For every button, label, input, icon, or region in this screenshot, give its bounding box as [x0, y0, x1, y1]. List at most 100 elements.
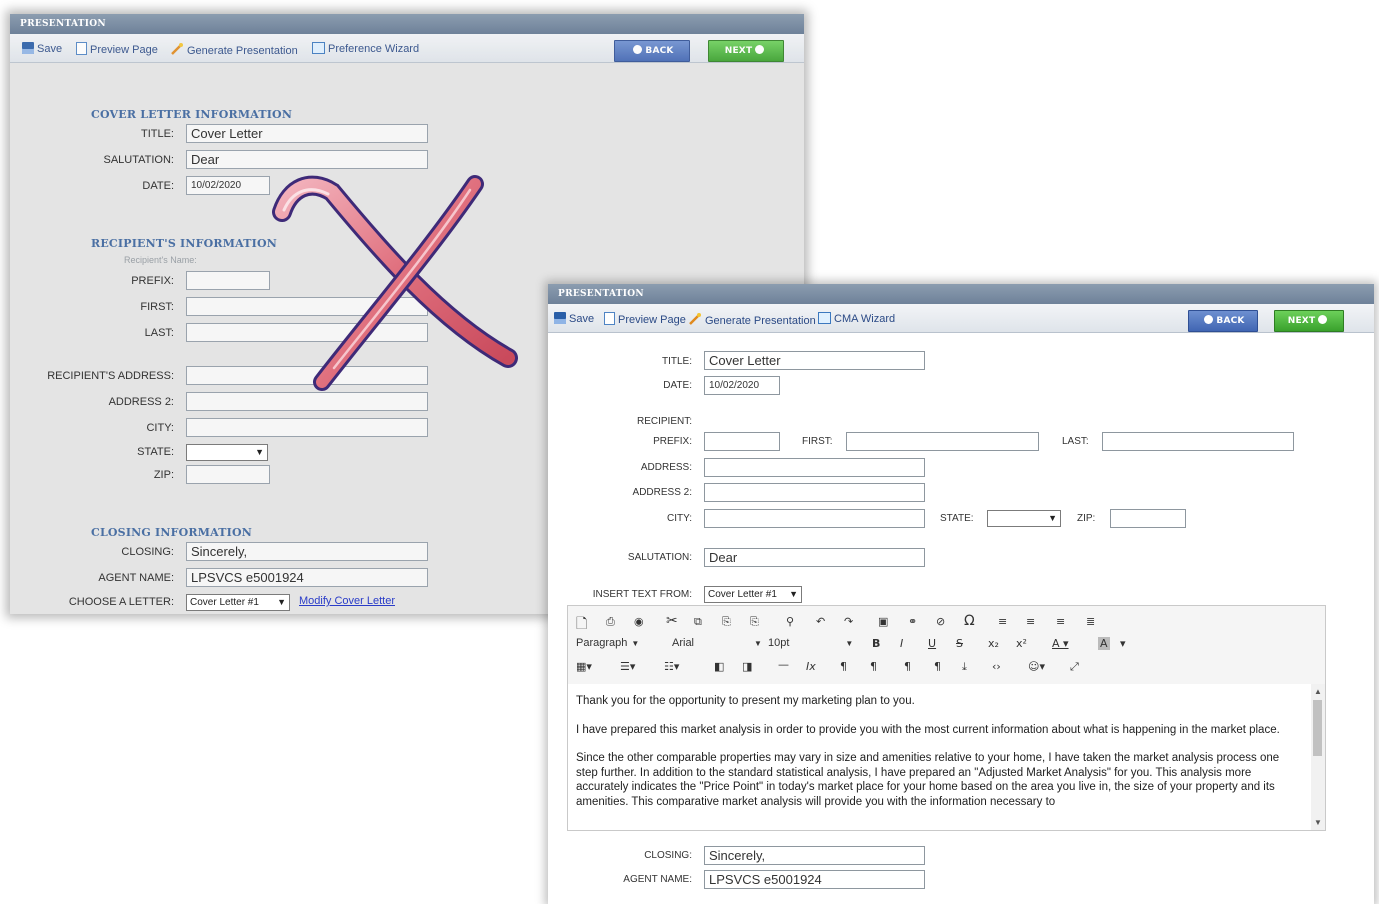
redo-icon[interactable]: ↷ [844, 615, 853, 628]
next-button[interactable]: NEXT [708, 40, 784, 62]
copy-icon[interactable]: ⧉ [694, 615, 702, 629]
numbered-list-icon[interactable]: ☷▾ [664, 660, 679, 673]
state-select[interactable]: ▼ [987, 510, 1061, 527]
insert-text-select[interactable]: Cover Letter #1 ▼ [704, 586, 802, 603]
unlink-icon[interactable]: ⊘ [936, 615, 945, 628]
title-input[interactable]: Cover Letter [704, 351, 925, 370]
align-left-icon[interactable]: ≡ [998, 615, 1007, 628]
recipient-section-heading: RECIPIENT'S INFORMATION [91, 237, 278, 250]
modify-cover-letter-link[interactable]: Modify Cover Letter [299, 595, 395, 607]
background-color-icon[interactable]: A [1098, 637, 1110, 650]
paragraph-format-dropdown[interactable]: Paragraph ▼ [576, 637, 639, 649]
print-icon[interactable]: ⎙ [606, 615, 615, 629]
align-right-icon[interactable]: ≡ [1056, 615, 1065, 628]
title-input[interactable]: Cover Letter [186, 124, 428, 143]
link-icon[interactable]: ⚭ [908, 615, 917, 628]
preview-icon[interactable]: ◉ [634, 615, 644, 628]
date-input[interactable]: 10/02/2020 [186, 176, 270, 195]
agent-name-input[interactable]: LPSVCS e5001924 [186, 568, 428, 587]
prefix-input[interactable] [704, 432, 780, 451]
next-button[interactable]: NEXT [1274, 310, 1344, 332]
outdent-icon[interactable]: ◧ [714, 660, 724, 673]
bullet-list-icon[interactable]: ☰▾ [620, 660, 635, 673]
source-code-icon[interactable]: ‹› [992, 660, 1001, 673]
find-icon[interactable]: ⚲ [786, 615, 794, 628]
special-character-icon[interactable]: Ω [964, 613, 975, 629]
cma-wizard-button[interactable]: CMA Wizard [818, 312, 895, 325]
editor-paragraph: I have prepared this market analysis in … [576, 723, 1280, 736]
scroll-down-icon[interactable]: ▼ [1314, 818, 1322, 827]
zip-input[interactable] [1110, 509, 1186, 528]
fullscreen-icon[interactable]: ⤢ [1070, 660, 1079, 674]
agent-name-input[interactable]: LPSVCS e5001924 [704, 870, 925, 889]
bold-icon[interactable]: B [872, 637, 880, 650]
save-button[interactable]: Save [22, 42, 62, 55]
generate-presentation-button[interactable]: Generate Presentation [688, 312, 816, 327]
editor-toolbar: 🗋 ⎙ ◉ ✂ ⧉ ⎘ ⎘ ⚲ ↶ ↷ ▣ ⚭ ⊘ Ω ≡ ≡ ≡ ≣ Para… [568, 606, 1325, 684]
generate-presentation-button[interactable]: Generate Presentation [170, 42, 298, 57]
scrollbar-thumb[interactable] [1313, 700, 1322, 756]
subscript-icon[interactable]: x₂ [988, 637, 999, 650]
chevron-down-icon: ▼ [789, 589, 798, 599]
pilcrow-icon[interactable]: ¶ [934, 660, 941, 673]
horizontal-rule-icon[interactable]: — [778, 658, 789, 671]
rich-text-editor: 🗋 ⎙ ◉ ✂ ⧉ ⎘ ⎘ ⚲ ↶ ↷ ▣ ⚭ ⊘ Ω ≡ ≡ ≡ ≣ Para… [567, 605, 1326, 831]
city-label: CITY: [146, 422, 174, 434]
insert-icon[interactable]: ⤓ [962, 660, 967, 674]
paste-icon[interactable]: ⎘ [722, 615, 731, 629]
closing-input[interactable]: Sincerely, [186, 542, 428, 561]
font-family-dropdown[interactable]: Arial ▼ [672, 637, 762, 649]
last-name-input[interactable] [1102, 432, 1294, 451]
new-document-icon[interactable]: 🗋 [576, 613, 587, 637]
zip-input[interactable] [186, 465, 270, 484]
back-button[interactable]: BACK [1188, 310, 1258, 332]
preview-page-button[interactable]: Preview Page [604, 312, 686, 326]
strikethrough-icon[interactable]: S [956, 637, 963, 650]
table-icon[interactable]: ▦▾ [576, 660, 592, 673]
align-center-icon[interactable]: ≡ [1026, 615, 1035, 628]
preview-page-button[interactable]: Preview Page [76, 42, 158, 56]
first-name-input[interactable] [846, 432, 1039, 451]
address2-input[interactable] [704, 483, 925, 502]
save-icon [554, 312, 566, 324]
city-input[interactable] [704, 509, 925, 528]
save-button[interactable]: Save [554, 312, 594, 325]
justify-icon[interactable]: ≣ [1086, 615, 1095, 628]
prefix-label: PREFIX: [131, 275, 174, 287]
address2-label: ADDRESS 2: [108, 396, 174, 408]
cut-icon[interactable]: ✂ [666, 613, 678, 629]
undo-icon[interactable]: ↶ [816, 615, 825, 628]
ltr-icon[interactable]: ¶ [840, 660, 847, 673]
superscript-icon[interactable]: x² [1016, 637, 1027, 650]
text-color-icon[interactable]: A ▾ [1052, 637, 1069, 650]
indent-icon[interactable]: ◨ [742, 660, 752, 673]
closing-input[interactable]: Sincerely, [704, 846, 925, 865]
salutation-input[interactable]: Dear [704, 548, 925, 567]
underline-icon[interactable]: U [928, 637, 936, 650]
rtl-icon[interactable]: ¶ [870, 660, 877, 673]
back-button[interactable]: BACK [614, 40, 690, 62]
editor-content[interactable]: Thank you for the opportunity to present… [568, 684, 1311, 830]
scroll-up-icon[interactable]: ▲ [1314, 687, 1322, 696]
chevron-down-icon[interactable]: ▾ [1120, 637, 1126, 650]
date-label: DATE: [142, 180, 174, 192]
font-size-dropdown[interactable]: 10pt ▼ [768, 637, 853, 649]
date-input[interactable]: 10/02/2020 [704, 376, 780, 395]
show-blocks-icon[interactable]: ¶ [904, 660, 911, 673]
address-input[interactable] [704, 458, 925, 477]
salutation-input[interactable]: Dear [186, 150, 428, 169]
preference-wizard-button[interactable]: Preference Wizard [312, 42, 419, 55]
wand-icon [689, 313, 701, 325]
clear-format-icon[interactable]: Ix [806, 660, 816, 673]
state-select[interactable]: ▼ [186, 444, 268, 461]
toolbar: Save Preview Page Generate Presentation … [548, 304, 1374, 333]
emoticon-icon[interactable]: ☺▾ [1028, 660, 1045, 673]
prefix-input[interactable] [186, 271, 270, 290]
paste-text-icon[interactable]: ⎘ [750, 615, 759, 629]
italic-icon[interactable]: I [900, 637, 903, 650]
editor-scrollbar[interactable]: ▲ ▼ [1311, 684, 1325, 830]
back-arrow-icon [1204, 315, 1214, 324]
choose-letter-select[interactable]: Cover Letter #1 ▼ [186, 594, 290, 611]
image-icon[interactable]: ▣ [878, 615, 888, 628]
city-input[interactable] [186, 418, 428, 437]
